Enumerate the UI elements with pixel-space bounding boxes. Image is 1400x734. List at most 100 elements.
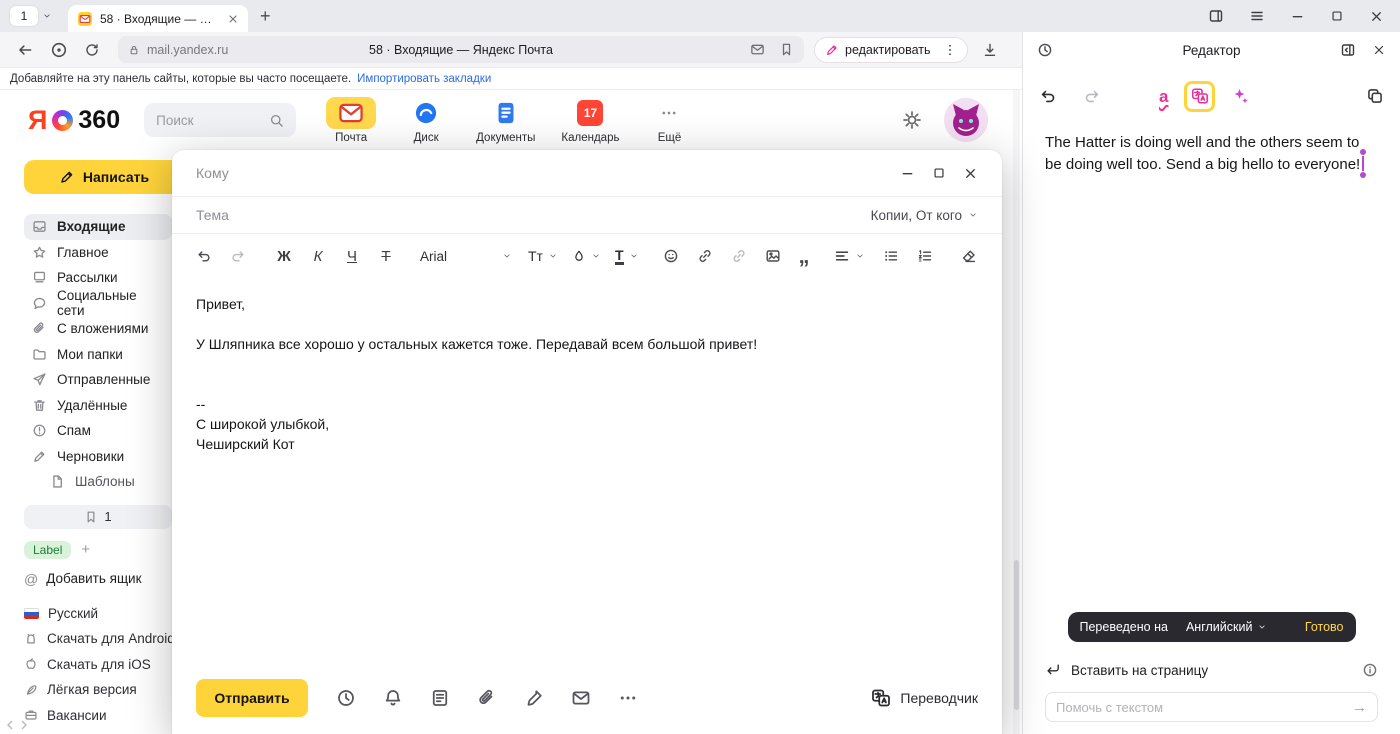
done-button[interactable]: Готово [1305,620,1344,634]
cc-from-toggle[interactable]: Копии, От кого [871,208,978,223]
sidebar-item-main[interactable]: Главное [24,240,172,266]
user-avatar[interactable] [944,98,988,142]
sidebar-item-inbox[interactable]: Входящие [24,214,172,240]
sidebar-item-deleted[interactable]: Удалённые [24,393,172,419]
strikethrough-button[interactable]: Т [378,248,394,265]
compose-to-row[interactable]: Кому [172,150,1002,196]
highlight-color-select[interactable] [572,249,601,263]
side-panel-icon[interactable] [1208,8,1224,24]
text-color-select[interactable]: Т [615,248,639,265]
tab-counter-chevron-icon[interactable] [42,11,52,21]
notify-icon[interactable] [383,688,403,708]
address-domain: mail.yandex.ru [147,43,228,57]
send-button[interactable]: Отправить [196,679,308,717]
tab-close-icon[interactable] [227,13,239,25]
label-tag[interactable]: Label [24,541,71,559]
close-window-icon[interactable] [1369,9,1384,24]
remove-link-icon[interactable] [731,248,747,264]
new-tab-button[interactable]: + [260,6,271,27]
compose-minimize-icon[interactable] [900,166,915,181]
refresh-icon[interactable] [84,42,100,58]
font-size-select[interactable]: Тт [528,248,558,264]
info-icon[interactable] [1362,662,1378,678]
schedule-send-icon[interactable] [336,688,356,708]
underline-button[interactable]: Ч [344,248,360,265]
sidebar-item-templates[interactable]: Шаблоны [24,469,172,495]
menu-icon[interactable] [1249,8,1265,24]
search-input[interactable] [156,113,261,128]
align-select[interactable] [834,248,865,264]
horizontal-scroll-arrows[interactable] [6,720,28,730]
bold-button[interactable]: Ж [276,248,292,265]
clear-formatting-icon[interactable] [961,248,977,264]
mail-search[interactable] [144,103,296,137]
compose-expand-icon[interactable] [932,166,946,180]
insert-link-icon[interactable] [697,248,713,264]
profile-circle-icon[interactable] [50,41,68,59]
editor-undo-icon[interactable] [1039,87,1057,105]
insert-to-page-button[interactable]: Вставить на страницу [1071,663,1208,678]
vertical-scrollbar-thumb[interactable] [1014,560,1019,710]
envelope-icon[interactable] [571,688,591,708]
font-family-select[interactable]: Arial [420,249,512,264]
sidebar-item-sent[interactable]: Отправленные [24,367,172,393]
quote-icon[interactable]: „ [799,252,810,260]
settings-gear-icon[interactable] [902,110,922,130]
header-right [902,98,1022,142]
service-more[interactable]: Ещё [645,97,693,144]
browser-tab[interactable]: 58 · Входящие — Янд... [68,5,248,32]
sidebar-item-spam[interactable]: Спам [24,418,172,444]
compose-subject-row[interactable]: Тема Копии, От кого [172,196,1002,234]
spellcheck-icon[interactable]: a [1159,88,1168,105]
attach-file-icon[interactable] [477,688,497,708]
tab-counter-button[interactable]: 1 [10,6,38,26]
translate-tool-highlighted[interactable] [1184,81,1215,112]
bookmark-counter[interactable]: 1 [24,505,172,529]
signature-icon[interactable] [524,688,544,708]
back-icon[interactable] [16,41,34,59]
prompt-input[interactable] [1056,700,1352,715]
sidebar-item-my-folders[interactable]: Мои папки [24,342,172,368]
downloads-icon[interactable] [982,42,998,58]
numbered-list-icon[interactable] [917,248,933,264]
template-icon[interactable] [430,688,450,708]
sidebar-item-social[interactable]: Социальные сети [24,291,172,317]
ai-sparkle-icon[interactable] [1231,87,1249,105]
address-bar[interactable]: mail.yandex.ru 58 · Входящие — Яндекс По… [118,36,804,63]
translated-text[interactable]: The Hatter is doing well and the others … [1023,116,1400,176]
protect-mail-icon[interactable] [750,42,765,57]
sidebar-item-attachments[interactable]: С вложениями [24,316,172,342]
message-body[interactable]: Привет, У Шляпника все хорошо у остальны… [172,278,1002,662]
yandex-360-logo[interactable]: Я 360 [28,105,120,136]
folder-label: С вложениями [57,321,148,336]
insert-image-icon[interactable] [765,248,781,264]
history-clock-icon[interactable] [1037,42,1053,58]
compose-button[interactable]: Написать [24,160,184,194]
service-calendar[interactable]: 17 Календарь [561,97,619,144]
translator-button[interactable]: Переводчик [871,688,978,708]
edit-chip-button[interactable]: редактировать [814,37,968,63]
language-select[interactable]: Английский [1186,620,1267,634]
import-bookmarks-link[interactable]: Импортировать закладки [357,73,491,85]
editor-redo-icon[interactable] [1083,87,1101,105]
compose-close-icon[interactable] [963,166,978,181]
bookmark-flag-icon[interactable] [779,42,794,57]
minimize-icon[interactable] [1290,9,1305,24]
service-mail[interactable]: Почта [326,97,376,144]
italic-button[interactable]: К [310,248,326,265]
submit-arrow-icon[interactable]: → [1352,699,1367,716]
more-options-icon[interactable] [618,688,638,708]
maximize-icon[interactable] [1330,9,1344,23]
open-in-window-icon[interactable] [1340,42,1356,58]
chip-kebab-icon[interactable] [943,43,957,57]
service-docs[interactable]: Документы [476,97,535,144]
redo-icon[interactable] [230,248,246,264]
add-label-button[interactable]: + [81,541,90,558]
undo-icon[interactable] [196,248,212,264]
bullet-list-icon[interactable] [883,248,899,264]
emoji-icon[interactable] [663,248,679,264]
sidebar-item-drafts[interactable]: Черновики [24,444,172,470]
sidebar-item-newsletters[interactable]: Рассылки [24,265,172,291]
copy-icon[interactable] [1366,87,1384,105]
service-disk[interactable]: Диск [402,97,450,144]
